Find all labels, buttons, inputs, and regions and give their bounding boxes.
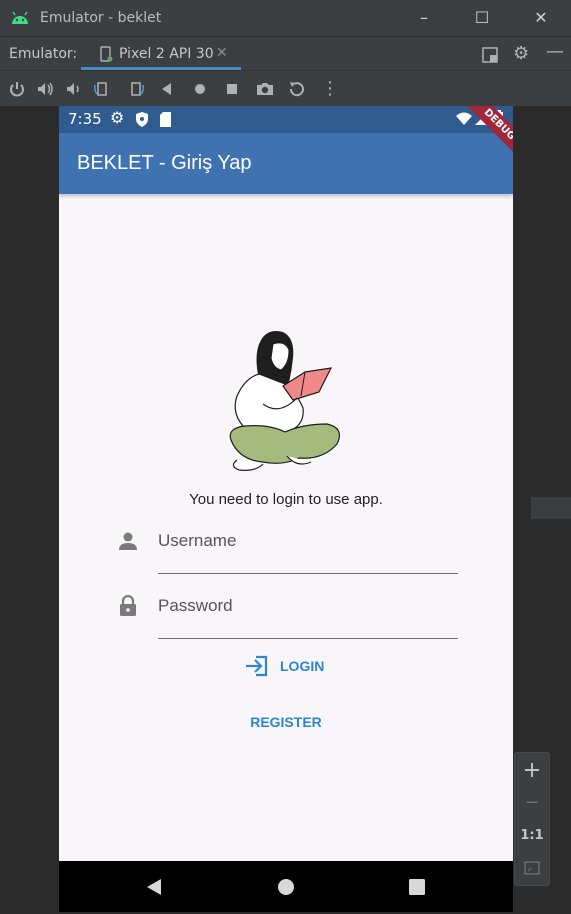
android-status-bar: 7:35 ⚙ xyxy=(59,106,513,133)
snapshot-restore-icon[interactable] xyxy=(287,79,307,99)
volume-up-icon[interactable] xyxy=(35,79,55,99)
register-button[interactable]: REGISTER xyxy=(59,714,513,730)
status-time: 7:35 xyxy=(68,110,102,128)
zoom-fit-icon[interactable] xyxy=(524,861,540,875)
minimize-button[interactable]: – xyxy=(414,8,434,28)
side-panel-handle[interactable] xyxy=(531,497,571,519)
tab-device-label: Pixel 2 API 30 xyxy=(119,46,214,62)
reading-girl-illustration xyxy=(229,331,340,471)
window-title: Emulator - beklet xyxy=(40,10,162,26)
android-icon xyxy=(12,11,28,24)
rotate-right-icon[interactable] xyxy=(126,79,146,99)
more-options-icon[interactable]: ⋮ xyxy=(320,79,340,99)
app-bar: BEKLET - Giriş Yap xyxy=(59,133,513,194)
maximize-button[interactable]: ☐ xyxy=(472,8,492,28)
settings-status-icon: ⚙ xyxy=(110,108,125,127)
volume-down-icon[interactable] xyxy=(63,79,83,99)
username-field[interactable]: Username xyxy=(158,531,236,551)
hide-panel-icon[interactable]: — xyxy=(546,41,564,62)
close-window-button[interactable]: ✕ xyxy=(531,8,551,28)
login-button[interactable]: LOGIN xyxy=(244,651,324,681)
nav-recents-icon[interactable] xyxy=(406,876,428,898)
camera-icon[interactable] xyxy=(255,79,275,99)
nav-home-icon[interactable] xyxy=(275,876,297,898)
wifi-icon xyxy=(456,112,472,125)
nav-back-icon[interactable] xyxy=(143,876,165,898)
person-icon xyxy=(119,532,137,550)
username-underline xyxy=(158,573,458,574)
sdcard-icon xyxy=(160,112,171,127)
back-icon[interactable] xyxy=(157,79,177,99)
password-field[interactable]: Password xyxy=(158,596,233,616)
gear-icon[interactable]: ⚙ xyxy=(513,43,529,64)
emulator-tab-row: Emulator: Pixel 2 API 30 ✕ ⚙ — xyxy=(0,36,571,70)
window-titlebar: Emulator - beklet – ☐ ✕ xyxy=(0,0,571,36)
zoom-actual-size-button[interactable]: 1:1 xyxy=(515,820,549,852)
emulator-toolbar: ⋮ xyxy=(0,70,571,106)
home-icon[interactable] xyxy=(190,79,210,99)
device-screen: 7:35 ⚙ BEKLET - Giriş Yap DEBUG You need… xyxy=(59,106,513,912)
device-icon xyxy=(100,46,113,62)
zoom-controls: + − 1:1 xyxy=(514,752,550,886)
shield-icon xyxy=(136,112,148,127)
rotate-left-icon[interactable] xyxy=(92,79,112,99)
tab-device[interactable]: Pixel 2 API 30 ✕ xyxy=(81,37,241,70)
zoom-out-button[interactable]: − xyxy=(515,787,549,819)
restore-layout-icon[interactable] xyxy=(482,47,498,63)
login-required-message: You need to login to use app. xyxy=(189,491,383,508)
password-underline xyxy=(158,638,458,639)
tab-close-icon[interactable]: ✕ xyxy=(216,45,228,61)
page-title: BEKLET - Giriş Yap xyxy=(77,152,252,174)
android-nav-bar xyxy=(59,861,513,912)
login-label: LOGIN xyxy=(280,658,325,674)
power-icon[interactable] xyxy=(7,79,27,99)
login-icon xyxy=(246,655,268,677)
overview-icon[interactable] xyxy=(222,79,242,99)
emulator-label: Emulator: xyxy=(9,46,78,62)
zoom-in-button[interactable]: + xyxy=(515,755,549,787)
lock-icon xyxy=(120,595,136,616)
